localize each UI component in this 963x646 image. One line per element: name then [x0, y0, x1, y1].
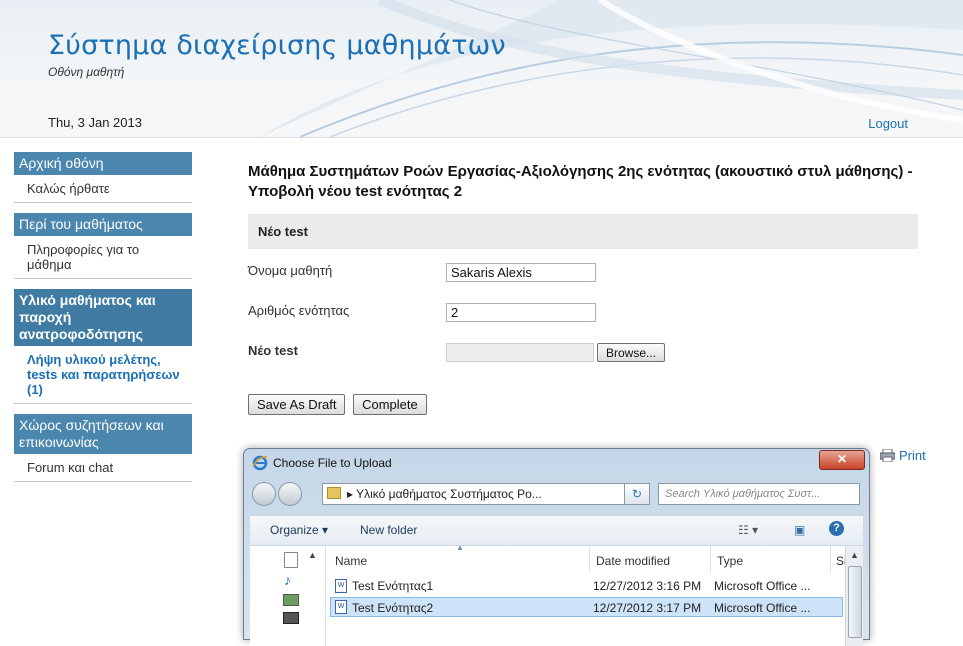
form-actions: Save As Draft Complete: [248, 394, 431, 415]
dialog-title: Choose File to Upload: [273, 456, 392, 470]
file-path-field[interactable]: [446, 343, 594, 362]
current-date: Thu, 3 Jan 2013: [48, 115, 142, 130]
vertical-scrollbar[interactable]: ▲: [845, 546, 863, 646]
file-row[interactable]: W Test Ενότητας1 12/27/2012 3:16 PM Micr…: [330, 576, 843, 596]
file-list: ♪ ▲ ▲ Name Date modified Type Si W Test …: [250, 543, 863, 646]
print-label[interactable]: Print: [899, 448, 926, 463]
file-name: Test Ενότητας2: [352, 601, 434, 615]
new-folder-button[interactable]: New folder: [360, 523, 417, 537]
scroll-up-icon[interactable]: ▲: [308, 550, 317, 560]
file-row-selected[interactable]: W Test Ενότητας2 12/27/2012 3:17 PM Micr…: [330, 597, 843, 617]
music-icon: ♪: [284, 572, 291, 588]
new-test-label: Νέο test: [248, 343, 298, 358]
file-date: 12/27/2012 3:17 PM: [593, 601, 702, 615]
col-type[interactable]: Type: [717, 554, 743, 568]
close-button[interactable]: ✕: [819, 450, 865, 470]
sidebar-head-material[interactable]: Υλικό μαθήματος και παροχή ανατροφοδότησ…: [14, 289, 192, 346]
address-bar[interactable]: ▸ Υλικό μαθήματος Συστήματος Ρο...: [322, 483, 650, 505]
save-draft-button[interactable]: Save As Draft: [248, 394, 346, 415]
sidebar-item-downloads[interactable]: Λήψη υλικού μελέτης, tests και παρατηρήσ…: [14, 346, 192, 404]
new-test-row: Νέο test Browse...: [248, 335, 918, 375]
file-type: Microsoft Office ...: [714, 579, 811, 593]
browse-button[interactable]: Browse...: [597, 343, 666, 362]
word-doc-icon: W: [335, 600, 347, 614]
sidebar-head-home[interactable]: Αρχική οθόνη: [14, 152, 192, 175]
page-header: Σύστημα διαχείρισης μαθημάτων Οθόνη μαθη…: [0, 0, 963, 138]
videos-icon: [283, 612, 299, 624]
scroll-up-icon[interactable]: ▲: [850, 550, 859, 560]
sidebar-item-forum[interactable]: Forum και chat: [14, 454, 192, 482]
print-link[interactable]: Print: [879, 448, 926, 463]
col-date[interactable]: Date modified: [596, 554, 670, 568]
search-input[interactable]: Search Υλικό μαθήματος Συστ...: [658, 483, 860, 505]
navigation-pane: ♪ ▲: [250, 546, 326, 646]
col-divider: [710, 546, 711, 572]
back-icon[interactable]: [252, 482, 276, 506]
col-divider: [589, 546, 590, 572]
printer-icon: [879, 448, 896, 463]
unit-number-label: Αριθμός ενότητας: [248, 303, 350, 318]
pictures-icon: [283, 594, 299, 606]
forward-icon[interactable]: [278, 482, 302, 506]
refresh-icon[interactable]: ↻: [624, 483, 650, 505]
col-divider: [830, 546, 831, 572]
sort-arrow-icon: ▲: [456, 543, 464, 552]
file-name: Test Ενότητας1: [352, 579, 434, 593]
preview-pane-icon[interactable]: ▣: [794, 523, 805, 537]
main-content: Μάθημα Συστημάτων Ροών Εργασίας-Αξιολόγη…: [248, 162, 918, 375]
ie-icon: [252, 455, 268, 471]
unit-number-row: Αριθμός ενότητας: [248, 295, 918, 335]
header-swoosh-decoration: [260, 0, 963, 137]
site-title: Σύστημα διαχείρισης μαθημάτων: [48, 30, 506, 61]
view-options-icon[interactable]: ☷ ▾: [738, 523, 758, 537]
student-name-field[interactable]: [446, 263, 596, 282]
student-name-label: Όνομα μαθητή: [248, 263, 333, 278]
unit-number-field[interactable]: [446, 303, 596, 322]
sidebar-head-discussion[interactable]: Χώρος συζητήσεων και επικοινωνίας: [14, 414, 192, 454]
file-type: Microsoft Office ...: [714, 601, 811, 615]
scrollbar-thumb[interactable]: [848, 566, 862, 638]
organize-button[interactable]: Organize ▾: [270, 523, 328, 537]
student-name-row: Όνομα μαθητή: [248, 255, 918, 295]
complete-button[interactable]: Complete: [353, 394, 427, 415]
document-icon: [284, 552, 298, 568]
file-upload-dialog: Choose File to Upload ✕ ▸ Υλικό μαθήματο…: [243, 448, 870, 646]
file-date: 12/27/2012 3:16 PM: [593, 579, 702, 593]
sidebar-item-course-info[interactable]: Πληροφορίες για το μάθημα: [14, 236, 192, 279]
sidebar-head-about[interactable]: Περί του μαθήματος: [14, 213, 192, 236]
page-title: Μάθημα Συστημάτων Ροών Εργασίας-Αξιολόγη…: [248, 163, 913, 200]
address-path: Υλικό μαθήματος Συστήματος Ρο...: [356, 487, 542, 501]
sidebar-item-welcome[interactable]: Καλώς ήρθατε: [14, 175, 192, 203]
history-nav: [252, 482, 304, 506]
logout-link[interactable]: Logout: [868, 116, 908, 131]
dialog-toolbar: Organize ▾ New folder ☷ ▾ ▣ ?: [250, 515, 863, 546]
help-icon[interactable]: ?: [829, 521, 844, 536]
col-name[interactable]: Name: [335, 554, 367, 568]
section-title: Νέο test: [248, 214, 918, 249]
word-doc-icon: W: [335, 579, 347, 593]
sidebar-nav: Αρχική οθόνη Καλώς ήρθατε Περί του μαθήμ…: [14, 152, 192, 492]
folder-icon: [327, 487, 341, 499]
site-subtitle: Οθόνη μαθητή: [48, 65, 125, 79]
